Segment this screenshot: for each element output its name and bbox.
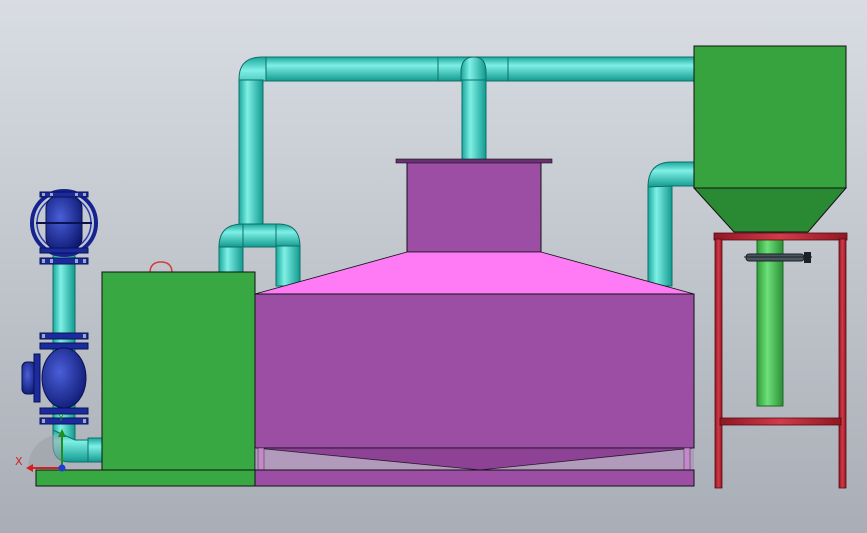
x-axis-label: X (15, 455, 23, 468)
lifting-lug (149, 261, 173, 274)
right-elbow (647, 161, 697, 188)
center-tee (460, 56, 487, 82)
hopper-assembly[interactable] (692, 45, 848, 489)
level-sensor[interactable] (744, 252, 812, 263)
lower-ball-valve[interactable] (21, 332, 89, 425)
purple-base-plate (254, 469, 695, 487)
base-skid (35, 469, 695, 487)
upper-gate-valve[interactable] (30, 189, 98, 265)
purple-tank[interactable] (254, 158, 695, 471)
coordinate-triad (26, 429, 66, 472)
y-axis-label: Y (58, 413, 65, 424)
right-pipe (647, 161, 697, 287)
cad-viewport[interactable]: X Y (0, 0, 867, 533)
assembly-drawing (21, 45, 848, 489)
tank-roof (254, 251, 695, 295)
left-riser-pipe (238, 79, 264, 229)
hopper-bin (693, 45, 847, 189)
hopper-cone (692, 187, 848, 233)
tank-top-chamber (406, 161, 542, 253)
right-drop-pipe (647, 185, 673, 287)
green-equipment-box[interactable] (101, 261, 256, 471)
tank-body (254, 293, 695, 449)
green-base-plate (35, 469, 257, 487)
center-drop-pipe (461, 79, 487, 163)
